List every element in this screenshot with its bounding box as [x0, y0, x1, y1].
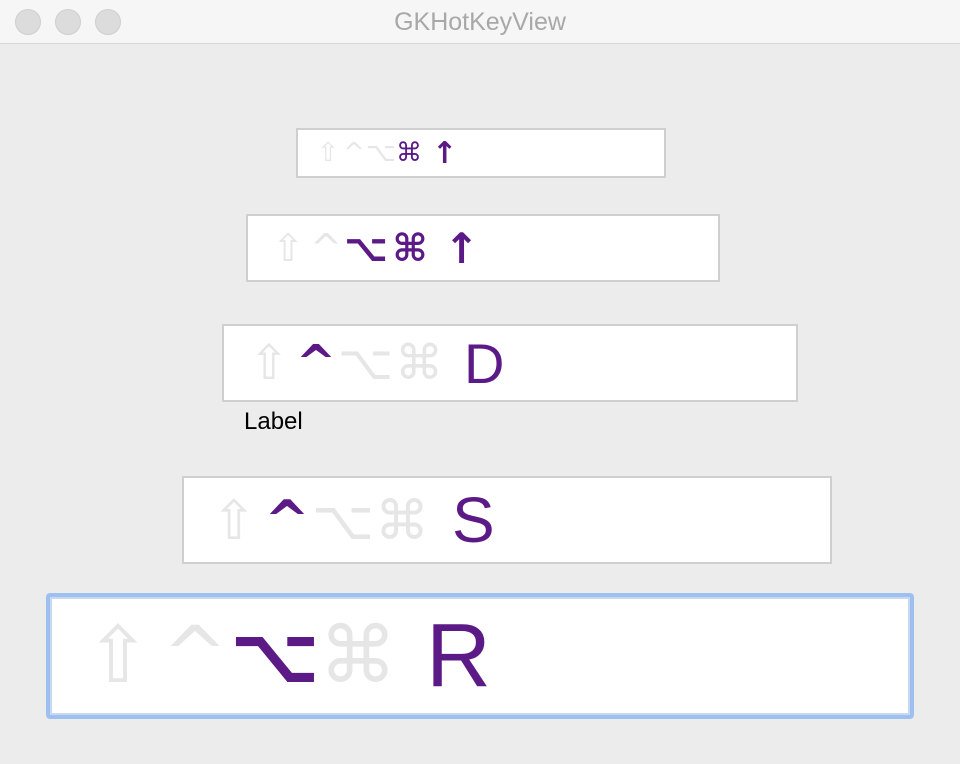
control-icon: ^	[343, 138, 365, 168]
command-icon: ⌘	[392, 226, 428, 270]
app-window: GKHotKeyView ⇧ ^ ⌥ ⌘ ↑ ⇧ ^ ⌥ ⌘ ↑ ⇧ ^ ⌥ ⌘…	[0, 0, 960, 764]
control-icon: ^	[162, 611, 228, 701]
control-icon: ^	[264, 488, 310, 552]
hotkey-field-1[interactable]: ⇧ ^ ⌥ ⌘ ↑	[296, 128, 666, 178]
title-bar: GKHotKeyView	[0, 0, 960, 44]
control-icon: ^	[310, 226, 342, 270]
hotkey-key: ↑	[432, 135, 458, 171]
hotkey-key: R	[426, 605, 491, 706]
hotkey-field-2[interactable]: ⇧ ^ ⌥ ⌘ ↑	[246, 214, 720, 282]
shift-icon: ⇧	[85, 611, 151, 701]
shift-icon: ⇧	[272, 226, 304, 270]
shift-icon: ⇧	[211, 488, 257, 552]
command-icon: ⌘	[395, 335, 443, 391]
field-label: Label	[244, 408, 303, 435]
shift-icon: ⇧	[317, 138, 339, 168]
shift-icon: ⇧	[248, 335, 290, 391]
option-icon: ⌥	[344, 226, 388, 270]
hotkey-field-4[interactable]: ⇧ ^ ⌥ ⌘ S	[182, 476, 832, 564]
hotkey-field-5[interactable]: ⇧ ^ ⌥ ⌘ R	[46, 593, 914, 719]
option-icon: ⌥	[312, 488, 375, 552]
window-title: GKHotKeyView	[394, 8, 566, 36]
command-icon: ⌘	[396, 138, 422, 168]
control-icon: ^	[295, 335, 337, 391]
option-icon: ⌥	[338, 335, 394, 391]
hotkey-key: D	[464, 331, 505, 395]
command-icon: ⌘	[375, 488, 429, 552]
command-icon: ⌘	[319, 611, 397, 701]
option-icon: ⌥	[366, 138, 396, 168]
option-icon: ⌥	[230, 611, 320, 701]
hotkey-key: ↑	[444, 223, 480, 273]
hotkey-field-3[interactable]: ⇧ ^ ⌥ ⌘ D	[222, 324, 798, 402]
hotkey-key: S	[452, 484, 495, 556]
